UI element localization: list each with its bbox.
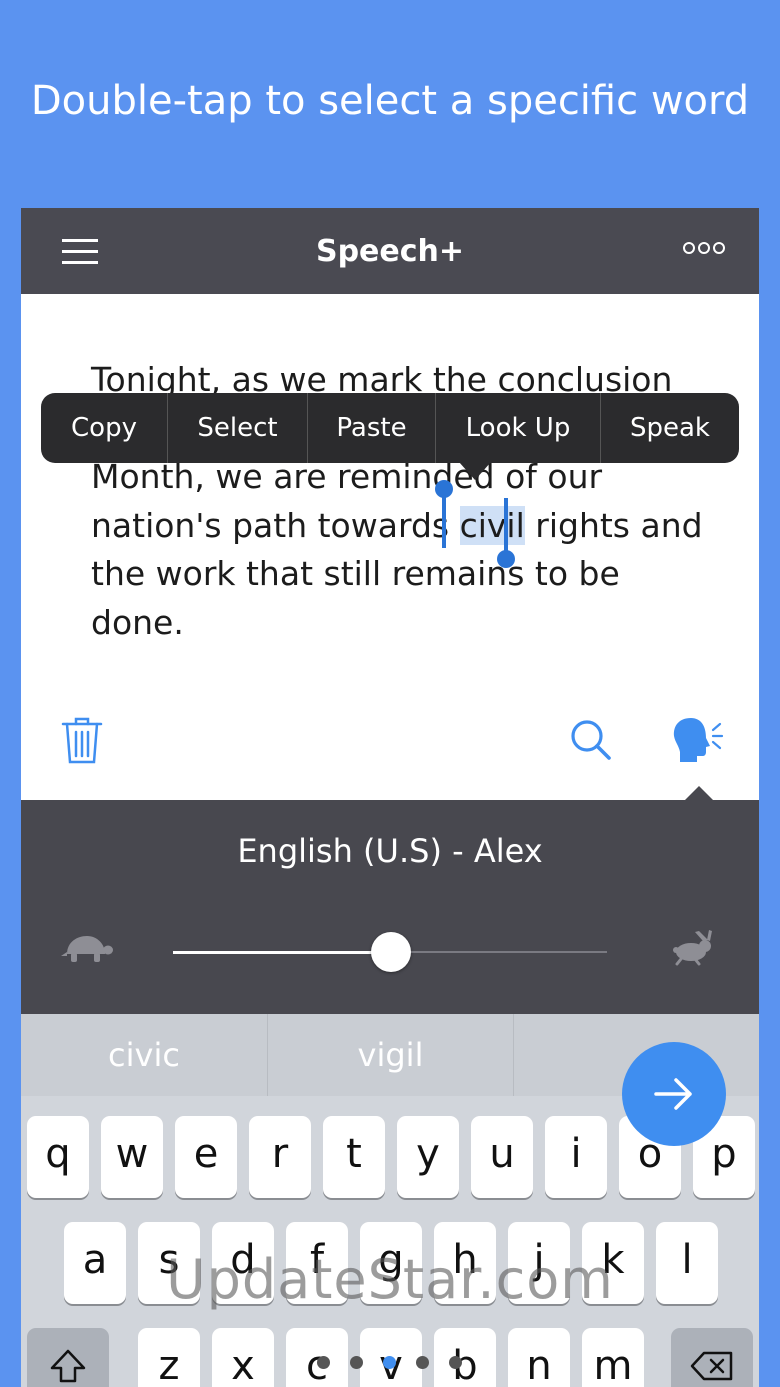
speed-slider-thumb[interactable]: [371, 932, 411, 972]
key-n[interactable]: n: [508, 1328, 570, 1387]
key-u[interactable]: u: [471, 1116, 533, 1198]
key-r[interactable]: r: [249, 1116, 311, 1198]
key-e[interactable]: e: [175, 1116, 237, 1198]
shift-icon: [50, 1349, 86, 1383]
page-dot: [350, 1356, 363, 1369]
key-q[interactable]: q: [27, 1116, 89, 1198]
trash-icon[interactable]: [59, 714, 105, 766]
key-x[interactable]: x: [212, 1328, 274, 1387]
selection-start-handle[interactable]: [442, 494, 446, 548]
backspace-icon: [690, 1351, 733, 1381]
rabbit-icon: [673, 930, 712, 966]
speaking-head-icon[interactable]: [671, 716, 727, 764]
key-i[interactable]: i: [545, 1116, 607, 1198]
page-indicator: [317, 1356, 462, 1369]
go-button[interactable]: [622, 1042, 726, 1146]
suggestion-1[interactable]: civic: [21, 1014, 267, 1096]
page-dot: [416, 1356, 429, 1369]
speed-slider-track[interactable]: [391, 951, 607, 953]
voice-name[interactable]: English (U.S) - Alex: [21, 832, 759, 870]
key-m[interactable]: m: [582, 1328, 644, 1387]
menu-pointer: [459, 462, 491, 480]
speed-slider-filled: [173, 951, 391, 954]
text-line: nation's path towards civil rights and: [91, 505, 703, 545]
search-icon[interactable]: [569, 718, 613, 762]
shift-key[interactable]: [27, 1328, 109, 1387]
turtle-icon: [61, 936, 113, 962]
selection-end-handle[interactable]: [504, 498, 508, 552]
key-z[interactable]: z: [138, 1328, 200, 1387]
menu-speak[interactable]: Speak: [600, 393, 739, 463]
key-y[interactable]: y: [397, 1116, 459, 1198]
menu-paste[interactable]: Paste: [307, 393, 435, 463]
page-dot: [317, 1356, 330, 1369]
watermark: UpdateStar.com: [166, 1248, 614, 1311]
text-line: done.: [91, 602, 184, 642]
app-title: Speech+: [315, 233, 465, 269]
selection-end-knob[interactable]: [497, 550, 515, 568]
more-options-icon[interactable]: [683, 242, 725, 254]
menu-select[interactable]: Select: [167, 393, 307, 463]
menu-look-up[interactable]: Look Up: [435, 393, 600, 463]
text-line: the work that still remains to be: [91, 554, 620, 593]
backspace-key[interactable]: [671, 1328, 753, 1387]
panel-notch: [684, 786, 714, 801]
app-screen: Speech+ Tonight, as we mark the conclusi…: [21, 208, 759, 1387]
page-dot: [449, 1356, 462, 1369]
suggestion-2[interactable]: vigil: [267, 1014, 513, 1096]
page-dot-active: [383, 1356, 396, 1369]
key-t[interactable]: t: [323, 1116, 385, 1198]
voice-panel: English (U.S) - Alex: [21, 800, 759, 1014]
arrow-right-icon: [654, 1078, 692, 1110]
banner-caption: Double-tap to select a specific word: [30, 78, 750, 124]
selected-word[interactable]: civil: [459, 505, 525, 545]
key-w[interactable]: w: [101, 1116, 163, 1198]
menu-copy[interactable]: Copy: [41, 393, 167, 463]
edit-context-menu: Copy Select Paste Look Up Speak: [41, 393, 739, 463]
navbar: Speech+: [21, 208, 759, 294]
selection-start-knob[interactable]: [435, 480, 453, 498]
